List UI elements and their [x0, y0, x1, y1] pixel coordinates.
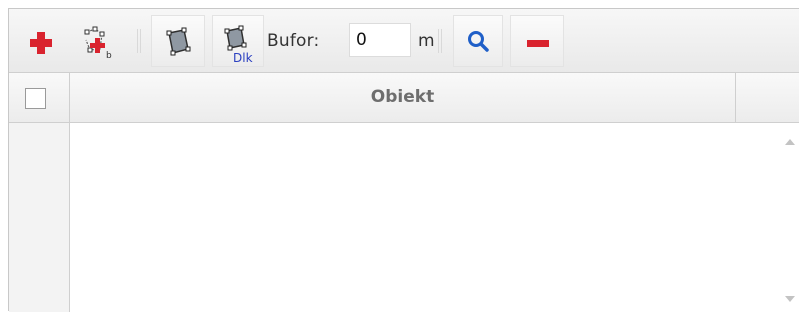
scroll-down-arrow-icon[interactable] [785, 296, 795, 302]
polygon-add-icon: b [84, 26, 112, 61]
search-button[interactable] [453, 15, 503, 67]
bufor-label: Bufor: [267, 31, 320, 51]
svg-text:b: b [106, 51, 112, 61]
red-plus-icon [30, 32, 52, 54]
scroll-up-arrow-icon[interactable] [785, 139, 795, 145]
magnifier-icon [468, 31, 489, 52]
select-all-cell [9, 73, 70, 122]
unit-label: m [418, 31, 435, 51]
select-all-checkbox[interactable] [25, 88, 46, 109]
table-header: Obiekt [9, 73, 799, 123]
add-by-points-button[interactable]: b [75, 15, 125, 67]
remove-object-button[interactable] [510, 15, 564, 67]
select-polygon-dlk-button[interactable]: Dlk [212, 15, 264, 67]
polygon-select-icon [166, 27, 191, 56]
bufor-input[interactable] [349, 23, 411, 57]
toolbar-separator [137, 29, 141, 53]
select-polygon-button[interactable] [151, 15, 205, 67]
dlk-icon-text: Dlk [233, 51, 253, 65]
toolbar-separator [438, 29, 442, 53]
checkbox-column [9, 123, 70, 312]
column-header-obiekt[interactable]: Obiekt [70, 73, 736, 122]
red-minus-icon [527, 40, 549, 47]
polygon-dlk-icon: Dlk [224, 25, 253, 65]
add-object-button[interactable] [21, 15, 59, 67]
vertical-scrollbar[interactable] [781, 123, 799, 312]
toolbar: b Dlk Bufor: 0 m [9, 9, 799, 73]
object-selection-panel: b Dlk Bufor: 0 m Obiekt [8, 8, 799, 312]
table-body [9, 123, 799, 312]
